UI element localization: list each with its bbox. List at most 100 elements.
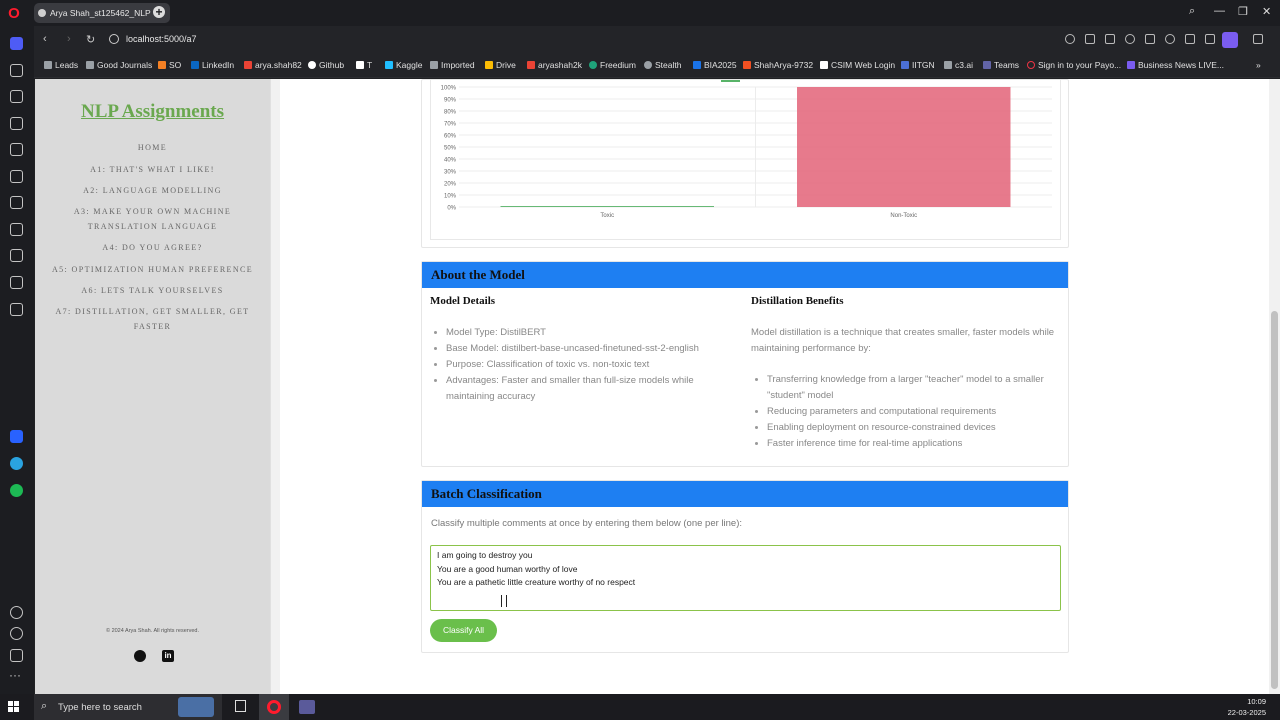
history-icon[interactable] — [10, 627, 23, 640]
bookmark-item[interactable]: Kaggle — [385, 60, 422, 70]
shield-icon[interactable] — [1125, 34, 1135, 44]
bookmark-item[interactable]: c3.ai — [944, 60, 973, 70]
bookmark-item[interactable]: Sign in to your Payo... — [1027, 60, 1121, 70]
bookmark-item[interactable]: Good Journals — [86, 60, 152, 70]
browser-tab[interactable]: Arya Shah_st125462_NLP × — [34, 3, 170, 23]
app-taskbar-icon[interactable] — [299, 700, 315, 714]
github-icon[interactable] — [134, 650, 146, 662]
bookmark-item[interactable]: Imported — [430, 60, 475, 70]
bookmark-item[interactable]: Business News LIVE... — [1127, 60, 1224, 70]
hourglass-icon[interactable] — [10, 196, 23, 209]
bookmark-item[interactable]: CSIM Web Login — [820, 60, 895, 70]
search-tabs-icon[interactable]: ⌕ — [1189, 5, 1195, 18]
bookmarks-bar: Leads Good Journals SO LinkedIn arya.sha… — [34, 54, 1280, 78]
speed-dial-icon[interactable] — [10, 37, 23, 50]
linkedin-icon[interactable]: in — [162, 650, 174, 662]
gmail-icon — [244, 61, 252, 69]
new-tab-icon[interactable]: + — [153, 6, 165, 18]
y-tick-label: 50% — [444, 146, 457, 152]
opera-icon — [267, 700, 281, 714]
nav-home[interactable]: HOME — [41, 140, 264, 155]
bookmark-item[interactable]: aryashah2k — [527, 60, 582, 70]
bookmark-item[interactable]: SO — [158, 60, 181, 70]
menu-icon[interactable] — [1205, 34, 1215, 44]
telegram-icon[interactable] — [10, 457, 23, 470]
page-scrollbar[interactable] — [1269, 79, 1280, 694]
bookmark-item[interactable]: Freedium — [589, 60, 636, 70]
app-icon[interactable] — [10, 430, 23, 443]
nav-a2[interactable]: A2: LANGUAGE MODELLING — [41, 183, 264, 198]
site-info-icon[interactable] — [109, 34, 119, 44]
bookmark-item[interactable]: Leads — [44, 60, 78, 70]
more-bookmarks-icon[interactable]: » — [1256, 60, 1261, 70]
classify-all-button[interactable]: Classify All — [430, 619, 497, 642]
nav-a3[interactable]: A3: MAKE YOUR OWN MACHINE TRANSLATION LA… — [41, 204, 264, 234]
spotify-icon[interactable] — [10, 484, 23, 497]
bookmark-item[interactable]: ShahArya-9732 — [743, 60, 813, 70]
close-window-icon[interactable]: ✕ — [1262, 5, 1271, 18]
book-icon[interactable] — [10, 223, 23, 236]
back-icon[interactable]: ‹ — [43, 33, 47, 45]
chart-container: 0% 10% 20% 30% 40% 50% 60% 70% 80% 90% 100% Toxic No… — [430, 79, 1061, 240]
y-tick-label: 30% — [444, 170, 457, 176]
maximize-icon[interactable]: ❐ — [1238, 5, 1248, 18]
shopping-icon[interactable] — [10, 90, 23, 103]
edit-icon[interactable] — [1085, 34, 1095, 44]
opera-taskbar-item[interactable] — [259, 694, 289, 720]
windows-start-icon[interactable] — [8, 701, 20, 713]
nav-a7[interactable]: A7: DISTILLATION, GET SMALLER, GET FASTE… — [41, 304, 264, 334]
search-icon[interactable] — [1065, 34, 1075, 44]
camera-icon[interactable] — [1105, 34, 1115, 44]
send-icon[interactable] — [1145, 34, 1155, 44]
bookmark-item[interactable]: BIA2025 — [693, 60, 737, 70]
search-icon: ⌕ — [41, 700, 48, 712]
bookmark-item[interactable]: arya.shah82 — [244, 60, 302, 70]
extension-icon[interactable] — [1222, 32, 1238, 48]
sidebar-scrollbar[interactable] — [270, 79, 280, 694]
scrollbar-thumb[interactable] — [1271, 311, 1278, 689]
favorite-icon[interactable] — [1165, 34, 1175, 44]
bookmark-item[interactable]: Drive — [485, 60, 516, 70]
bookmark-item[interactable]: IITGN — [901, 60, 935, 70]
brand-link[interactable]: NLP Assignments — [35, 101, 270, 123]
batch-textarea[interactable]: I am going to destroy you You are a good… — [430, 545, 1061, 611]
heart-icon[interactable] — [10, 606, 23, 619]
bookmark-item[interactable]: Github — [308, 60, 344, 70]
player-icon[interactable] — [10, 117, 23, 130]
home-icon[interactable] — [10, 276, 23, 289]
box-icon[interactable] — [1253, 34, 1263, 44]
nav-a4[interactable]: A4: DO YOU AGREE? — [41, 240, 264, 255]
x-tick-label: Non-Toxic — [890, 213, 917, 219]
download-icon[interactable] — [1185, 34, 1195, 44]
list-item: Enabling deployment on resource-constrai… — [767, 420, 1063, 436]
bookmark-item[interactable]: Stealth — [644, 60, 681, 70]
app-sidebar: NLP Assignments HOME A1: THAT'S WHAT I L… — [35, 79, 270, 694]
teams-icon — [983, 61, 991, 69]
taskbar-search[interactable]: ⌕ Type here to search — [34, 694, 222, 720]
bookmark-item[interactable]: LinkedIn — [191, 60, 234, 70]
nav-a1[interactable]: A1: THAT'S WHAT I LIKE! — [41, 162, 264, 177]
cube-icon[interactable] — [10, 249, 23, 262]
reload-icon[interactable]: ↻ — [86, 33, 95, 46]
more-icon[interactable]: ··· — [9, 668, 21, 682]
clock-time: 10:09 — [1247, 697, 1266, 706]
nav-a6[interactable]: A6: LETS TALK YOURSELVES — [41, 283, 264, 298]
opera-logo-icon[interactable]: O — [6, 6, 22, 22]
forward-icon[interactable]: › — [67, 33, 71, 45]
downloads-icon[interactable] — [10, 649, 23, 662]
nav-a5[interactable]: A5: OPTIMIZATION HUMAN PREFERENCE — [41, 262, 264, 277]
task-view-icon[interactable] — [235, 700, 246, 712]
batch-description: Classify multiple comments at once by en… — [431, 518, 743, 529]
kaggle-icon — [385, 61, 393, 69]
flow-icon[interactable] — [10, 64, 23, 77]
system-clock[interactable]: 10:09 22-03-2025 — [1228, 696, 1266, 718]
gift-icon[interactable] — [10, 143, 23, 156]
car-icon[interactable] — [10, 170, 23, 183]
list-item: Reducing parameters and computational re… — [767, 404, 1063, 420]
minimize-icon[interactable]: — — [1214, 5, 1225, 17]
url-field[interactable]: localhost:5000/a7 — [126, 34, 197, 44]
bookmark-item[interactable]: Teams — [983, 60, 1019, 70]
bookmark-item[interactable]: T — [356, 60, 372, 70]
rocket-icon[interactable] — [10, 303, 23, 316]
search-highlight-icon — [178, 697, 214, 717]
